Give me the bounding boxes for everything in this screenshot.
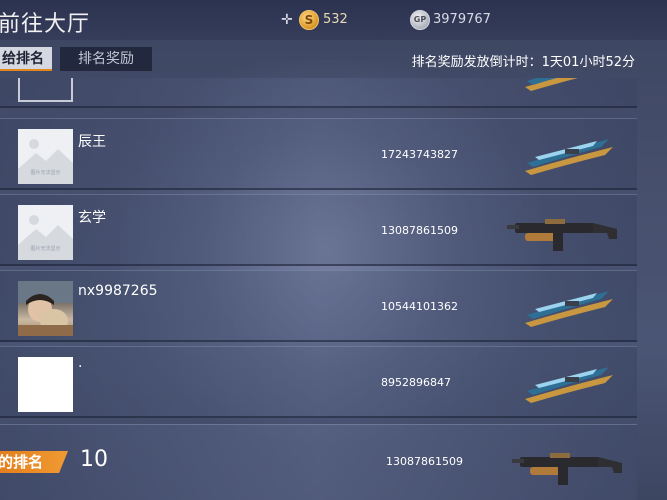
my-rank-label: 的排名 [0, 451, 68, 473]
player-name: · [78, 359, 83, 375]
avatar-placeholder-text: 图片无法显示 [30, 246, 61, 252]
tab-ranking[interactable]: 给排名 [0, 47, 52, 71]
avatar [18, 357, 73, 412]
player-name: nx9987265 [78, 283, 158, 299]
player-name: 玄学 [78, 210, 106, 226]
smg-icon [507, 219, 617, 251]
top-bar: 前往大厅 ✛ S 532 GP 3979767 [0, 0, 667, 40]
avatar: 图片无法显示 [18, 205, 73, 260]
add-currency-icon[interactable]: ✛ [281, 12, 293, 28]
my-rank-bar: 的排名 10 13087861509 [0, 424, 637, 500]
coin-icon: S [299, 10, 319, 30]
player-score: 18434479035 [381, 78, 458, 79]
blade-gun-icon [525, 78, 578, 91]
ranking-row[interactable]: nx9987265 10544101362 [0, 270, 637, 342]
blade-gun-icon [525, 291, 613, 327]
my-score: 13087861509 [386, 455, 463, 468]
avatar: 图片无法显示 [18, 129, 73, 184]
player-score: 8952896847 [381, 376, 451, 389]
my-rank-value: 10 [80, 447, 108, 472]
ranking-row[interactable]: · 8952896847 [0, 346, 637, 418]
blade-gun-icon [525, 139, 613, 175]
avatar [18, 281, 73, 336]
reward-countdown: 排名奖励发放倒计时：1天01小时52分 [411, 55, 635, 70]
ranking-row[interactable]: 图片无法显示 辰王 17243743827 [0, 118, 637, 190]
back-to-lobby-button[interactable]: 前往大厅 [0, 6, 90, 38]
player-score: 13087861509 [381, 224, 458, 237]
avatar [18, 78, 73, 102]
player-name: 辰王 [78, 134, 106, 150]
user-photo [18, 281, 73, 336]
ranking-row[interactable]: 图片无法显示 玄学 13087861509 [0, 194, 637, 266]
tab-ranking-rewards[interactable]: 排名奖励 [60, 47, 152, 71]
avatar-placeholder-text: 图片无法显示 [30, 170, 61, 176]
ranking-row[interactable]: 18434479035 [0, 78, 637, 108]
gp-icon: GP [410, 10, 430, 30]
player-score: 10544101362 [381, 300, 458, 313]
coin-balance: 532 [323, 12, 348, 27]
smg-icon [512, 453, 622, 485]
blade-gun-icon [525, 367, 613, 403]
ranking-list[interactable]: 18434479035 图片无法显示 辰王 17243743827 [0, 78, 640, 420]
gp-balance: 3979767 [433, 12, 491, 27]
player-score: 17243743827 [381, 148, 458, 161]
